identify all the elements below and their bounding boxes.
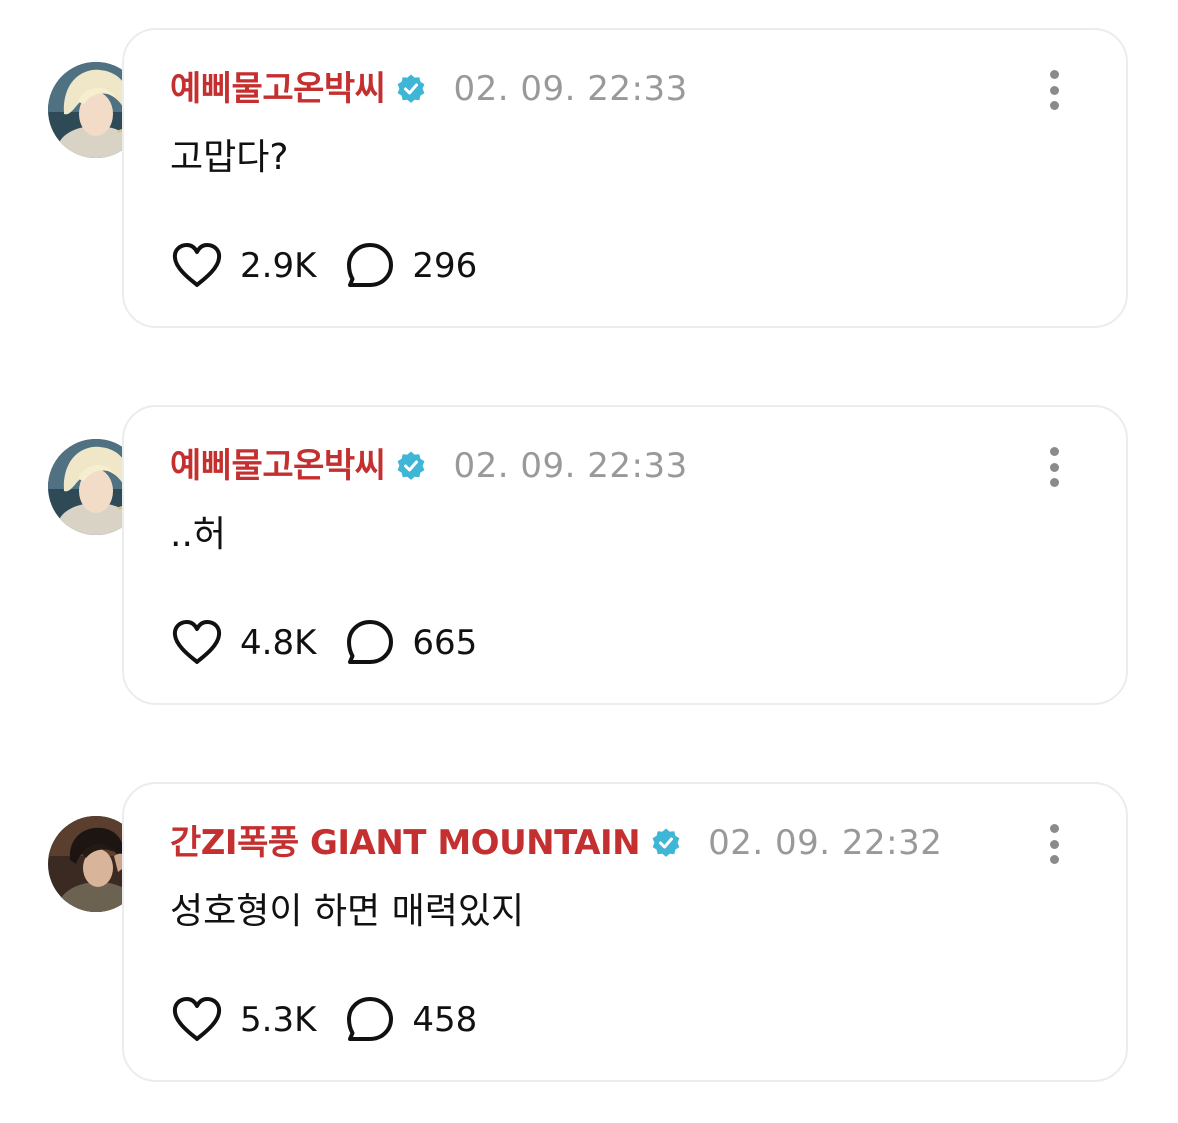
verified-badge-icon <box>395 450 427 482</box>
speech-bubble-icon <box>347 620 394 664</box>
speech-bubble-icon <box>347 997 394 1041</box>
more-vertical-icon[interactable] <box>1034 68 1074 112</box>
heart-icon <box>172 620 222 664</box>
post-header: 간ZI폭풍 GIANT MOUNTAIN 02. 09. 22:32 <box>170 818 942 868</box>
reply-count: 458 <box>412 1000 478 1040</box>
username[interactable]: 예삐물고온박씨 <box>170 64 386 114</box>
reply-feed: 예삐물고온박씨 02. 09. 22:33 고맙다? 2.9K 296 예삐물고… <box>0 0 1178 1123</box>
like-count: 5.3K <box>240 1000 317 1040</box>
post: 예삐물고온박씨 02. 09. 22:33 고맙다? 2.9K 296 <box>0 28 1178 328</box>
post-header: 예삐물고온박씨 02. 09. 22:33 <box>170 441 688 491</box>
like-count: 4.8K <box>240 623 317 663</box>
username[interactable]: 예삐물고온박씨 <box>170 441 386 491</box>
post-text: ..허 <box>170 514 227 555</box>
like-button[interactable]: 4.8K <box>170 617 316 669</box>
timestamp[interactable]: 02. 09. 22:33 <box>453 64 687 114</box>
post-card[interactable]: 간ZI폭풍 GIANT MOUNTAIN 02. 09. 22:32 성호형이 … <box>122 782 1128 1082</box>
post: 예삐물고온박씨 02. 09. 22:33 ..허 4.8K 665 <box>0 405 1178 705</box>
post-text: 고맙다? <box>170 137 289 178</box>
reply-button[interactable]: 296 <box>344 240 477 292</box>
post: 간ZI폭풍 GIANT MOUNTAIN 02. 09. 22:32 성호형이 … <box>0 782 1178 1082</box>
post-text: 성호형이 하면 매력있지 <box>170 891 525 932</box>
action-bar: 4.8K 665 <box>170 617 477 669</box>
heart-icon <box>172 997 222 1041</box>
reply-button[interactable]: 665 <box>344 617 477 669</box>
reply-count: 665 <box>412 623 478 663</box>
verified-badge-icon <box>395 73 427 105</box>
action-bar: 2.9K 296 <box>170 240 477 292</box>
like-count: 2.9K <box>240 246 317 286</box>
username[interactable]: 간ZI폭풍 GIANT MOUNTAIN <box>170 818 641 868</box>
more-vertical-icon[interactable] <box>1034 445 1074 489</box>
like-button[interactable]: 5.3K <box>170 994 316 1046</box>
more-vertical-icon[interactable] <box>1034 822 1074 866</box>
post-header: 예삐물고온박씨 02. 09. 22:33 <box>170 64 688 114</box>
post-card[interactable]: 예삐물고온박씨 02. 09. 22:33 고맙다? 2.9K 296 <box>122 28 1128 328</box>
heart-icon <box>172 243 222 287</box>
reply-button[interactable]: 458 <box>344 994 477 1046</box>
reply-count: 296 <box>412 246 478 286</box>
timestamp[interactable]: 02. 09. 22:33 <box>453 441 687 491</box>
action-bar: 5.3K 458 <box>170 994 477 1046</box>
verified-badge-icon <box>650 827 682 859</box>
speech-bubble-icon <box>347 243 394 287</box>
like-button[interactable]: 2.9K <box>170 240 316 292</box>
timestamp[interactable]: 02. 09. 22:32 <box>708 818 942 868</box>
post-card[interactable]: 예삐물고온박씨 02. 09. 22:33 ..허 4.8K 665 <box>122 405 1128 705</box>
